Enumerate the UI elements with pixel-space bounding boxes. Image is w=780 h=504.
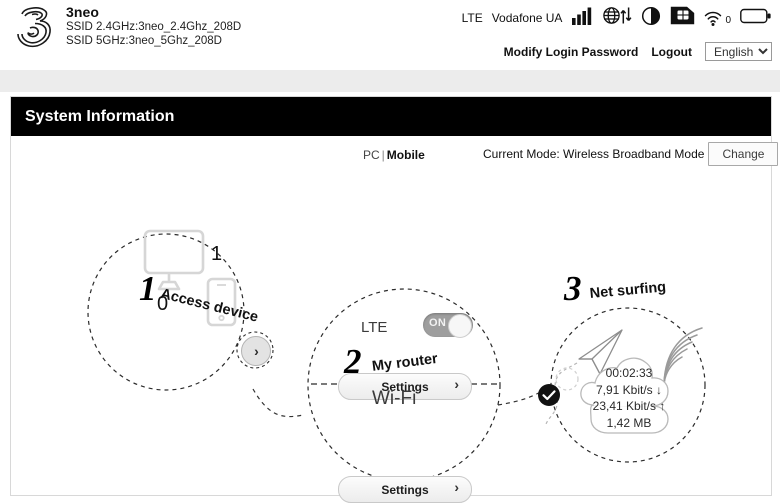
connector-access-to-router — [252, 388, 304, 418]
header-divider-band — [0, 70, 780, 92]
wifi-settings-label: Settings — [381, 482, 429, 497]
header-links: Modify Login Password Logout English — [504, 42, 772, 61]
contrast-circle-icon — [641, 6, 661, 31]
mobile-client-count: 0 — [157, 293, 169, 315]
three-logo-icon — [8, 3, 62, 51]
operator-label: Vodafone UA — [491, 11, 563, 25]
lte-toggle-knob — [448, 314, 472, 338]
wifi-settings-button[interactable]: Settings › — [338, 476, 472, 503]
modify-login-password-link[interactable]: Modify Login Password — [504, 45, 639, 59]
wifi-client-count: 0 — [725, 15, 731, 26]
stat-total-volume: 1,42 MB — [606, 415, 652, 430]
step-3-number: 3 — [564, 269, 582, 308]
wifi-label: Wi-Fi — [372, 388, 417, 409]
globe-data-transfer-icon — [602, 5, 632, 31]
check-circle-icon — [537, 383, 561, 412]
net-stats: 00:02:33 7,91 Kbit/s ↓ 23,41 Kbit/s ↑ 1,… — [569, 365, 689, 431]
battery-empty-icon — [740, 7, 772, 30]
pc-client-count: 1 — [211, 243, 223, 265]
stat-duration: 00:02:33 — [605, 366, 653, 380]
network-diagram: 1 Access device 1 0 › 2 My router LTE ON — [11, 97, 771, 503]
chevron-right-icon: › — [454, 376, 459, 392]
chevron-right-icon: › — [454, 479, 459, 495]
lte-label: LTE — [361, 319, 388, 336]
logout-link[interactable]: Logout — [651, 45, 692, 59]
page-header: 3neo SSID 2.4GHz:3neo_2.4Ghz_208D SSID 5… — [0, 0, 780, 70]
step-1-number: 1 — [139, 269, 157, 308]
system-information-panel: System Information PC | Mobile Current Mod… — [10, 96, 779, 503]
ssid-5ghz: SSID 5GHz:3neo_5Ghz_208D — [66, 35, 222, 47]
brand-name: 3neo — [66, 4, 100, 20]
sim-card-icon — [670, 6, 695, 30]
app-root: 3neo SSID 2.4GHz:3neo_2.4Ghz_208D SSID 5… — [0, 0, 780, 504]
brand-block: 3neo SSID 2.4GHz:3neo_2.4Ghz_208D SSID 5… — [66, 5, 241, 48]
access-device-expand-button[interactable]: › — [241, 336, 271, 366]
wifi-clients-icon: 0 — [704, 9, 731, 27]
language-select[interactable]: English — [705, 42, 772, 61]
ssid-24ghz: SSID 2.4GHz:3neo_2.4Ghz_208D — [66, 21, 242, 33]
network-type-label: LTE — [461, 11, 483, 25]
lte-toggle[interactable]: ON — [423, 313, 473, 338]
status-bar: LTE Vodafone UA 0 — [462, 5, 772, 31]
stat-upload-rate: 23,41 Kbit/s ↑ — [592, 399, 666, 413]
signal-bars-icon — [571, 6, 593, 31]
stat-download-rate: 7,91 Kbit/s ↓ — [595, 382, 663, 397]
lte-toggle-state: ON — [429, 317, 447, 329]
